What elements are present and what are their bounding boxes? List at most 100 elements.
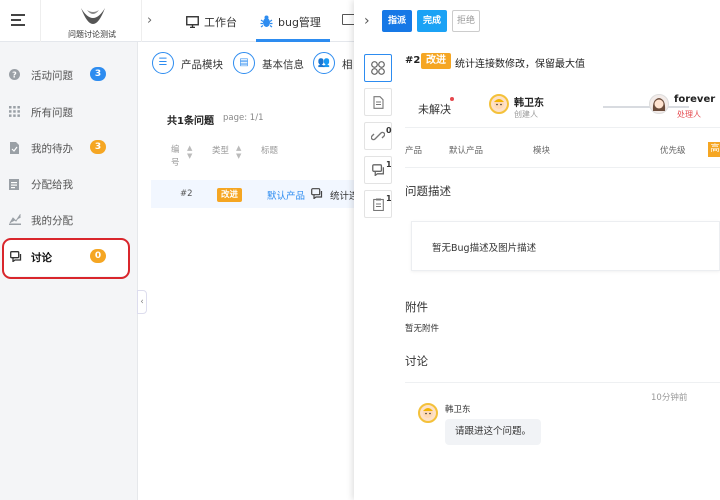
document-icon: ▤ <box>233 52 255 74</box>
description-heading: 问题描述 <box>405 184 451 198</box>
users-icon: 👥 <box>313 52 335 74</box>
type-tag-label: 改进 <box>217 188 243 202</box>
sidebar-item-my-todo[interactable]: 我的待办 3 <box>0 131 138 165</box>
divider <box>405 167 720 168</box>
attachments-empty-text: 暂无附件 <box>405 324 440 334</box>
row-id: #2 <box>180 189 193 199</box>
clipboard-icon[interactable]: 1 <box>364 190 392 218</box>
module-label: 模块 <box>533 146 551 156</box>
nav-workbench[interactable]: 工作台 <box>186 14 237 30</box>
avatar <box>418 403 438 423</box>
chat-icon[interactable]: 1 <box>364 156 392 184</box>
pagination-text: page: 1/1 <box>223 113 264 123</box>
sort-icon[interactable]: ▲ ▼ <box>236 144 241 160</box>
logo-mark <box>81 8 105 24</box>
issue-detail-panel: › 指派 完成 拒绝 0 1 1 #2 改进 统计连接数修改，保留最大值 未解决… <box>354 0 720 500</box>
sidebar-item-label: 活动问题 <box>31 70 73 82</box>
issue-type-label: 改进 <box>421 53 451 69</box>
discussion-heading: 讨论 <box>405 354 428 368</box>
detail-side-toolbar: 0 1 1 <box>364 54 394 224</box>
close-panel-icon[interactable]: › <box>364 13 370 29</box>
nav-bug-label: bug管理 <box>278 16 321 29</box>
modules-icon[interactable] <box>364 54 392 82</box>
product-value[interactable]: 默认产品 <box>449 144 483 156</box>
comment-author: 韩卫东 <box>445 405 471 415</box>
issue-type-tag: 改进 <box>421 53 451 69</box>
creator-name: 韩卫东 <box>514 98 544 109</box>
sidebar-item-label: 所有问题 <box>31 107 73 119</box>
menu-icon[interactable] <box>11 14 25 26</box>
nav-workbench-label: 工作台 <box>204 16 237 29</box>
assign-button[interactable]: 指派 <box>382 10 412 32</box>
sidebar-item-label: 分配给我 <box>31 179 73 191</box>
table-row[interactable]: #2 改进 默认产品 统计连 <box>151 180 359 208</box>
issue-list-card: 共1条问题 page: 1/1 编号 ▲ ▼ 类型 ▲ ▼ 标题 #2 改进 默认产… <box>151 100 359 208</box>
column-header-label: 标题 <box>261 146 279 156</box>
todo-icon <box>9 142 20 154</box>
complete-button[interactable]: 完成 <box>417 10 447 32</box>
link-icon[interactable]: 0 <box>364 122 392 150</box>
svg-text:?: ? <box>12 71 17 80</box>
sidebar-item-all-issues[interactable]: 所有问题 <box>0 95 138 129</box>
question-icon: ? <box>9 69 20 80</box>
column-header-label: 类型 <box>212 146 230 156</box>
collapse-sidebar-button[interactable]: ‹ <box>137 290 147 314</box>
record-count: 1 <box>386 194 392 203</box>
column-header-label: 编号 <box>171 145 180 168</box>
column-header-id[interactable]: 编号 <box>171 144 183 170</box>
progress-line <box>603 106 689 108</box>
status-dot <box>450 97 454 101</box>
nav-bug-management[interactable]: bug管理 <box>260 14 321 30</box>
description-box[interactable]: 暂无Bug描述及图片描述 <box>411 221 720 271</box>
highlight-box <box>2 238 130 279</box>
grid-icon <box>9 106 20 117</box>
avatar <box>649 94 669 114</box>
status-text[interactable]: 未解决 <box>418 101 451 117</box>
handler-role: 处理人 <box>677 110 701 119</box>
tab-label: 产品模块 <box>181 59 223 71</box>
column-header-type[interactable]: 类型 <box>212 144 229 156</box>
chat-icon <box>311 188 323 202</box>
column-header-title[interactable]: 标题 <box>261 144 278 156</box>
comment-time: 10分钟前 <box>651 393 688 403</box>
list-icon: ☰ <box>152 52 174 74</box>
meta-row: 产品 默认产品 模块 优先级 高 <box>405 140 720 160</box>
reject-button[interactable]: 拒绝 <box>452 10 480 32</box>
sort-icon[interactable]: ▲ ▼ <box>187 144 192 160</box>
creator-role: 创建人 <box>514 110 538 119</box>
list-count-title: 共1条问题 <box>167 116 214 127</box>
comment-count: 1 <box>386 160 392 169</box>
count-badge: 3 <box>90 140 106 154</box>
sidebar-item-label: 我的待办 <box>31 143 73 155</box>
clipboard-icon <box>9 178 20 190</box>
monitor-icon <box>186 16 199 29</box>
comment-bubble: 请跟进这个问题。 <box>445 419 542 445</box>
status-row: 未解决 韩卫东 创建人 forever 处理人 <box>405 84 720 128</box>
tab-label: 相 <box>342 59 353 71</box>
sidebar-item-active-issues[interactable]: ? 活动问题 3 <box>0 58 138 92</box>
bug-icon <box>260 15 273 28</box>
sidebar-item-my-assignments[interactable]: 我的分配 <box>0 203 138 237</box>
type-tag: 改进 <box>217 187 243 202</box>
tab-label: 基本信息 <box>262 59 304 71</box>
priority-tag[interactable]: 高 <box>708 142 720 157</box>
assign-icon <box>8 213 22 226</box>
product-link[interactable]: 默认产品 <box>267 188 305 202</box>
document-icon[interactable] <box>364 88 392 116</box>
issue-title: 统计连接数修改，保留最大值 <box>455 59 585 70</box>
attachments-heading: 附件 <box>405 300 428 314</box>
sidebar-item-label: 我的分配 <box>31 215 73 227</box>
app-logo[interactable]: 问题讨论测试 <box>40 0 142 42</box>
issue-id: #2 <box>405 55 421 66</box>
product-label: 产品 <box>405 146 423 156</box>
count-badge: 3 <box>90 67 106 81</box>
discussion-thread: 10分钟前 韩卫东 请跟进这个问题。 <box>405 382 720 500</box>
description-empty-text: 暂无Bug描述及图片描述 <box>432 243 537 254</box>
avatar <box>489 94 509 114</box>
logo-text: 问题讨论测试 <box>68 30 116 39</box>
link-count: 0 <box>386 126 392 135</box>
sidebar-item-assigned-to-me[interactable]: 分配给我 <box>0 167 138 201</box>
handler-name: forever <box>674 94 716 105</box>
chevron-right-icon[interactable]: › <box>147 13 152 28</box>
priority-label: 优先级 <box>660 146 686 156</box>
